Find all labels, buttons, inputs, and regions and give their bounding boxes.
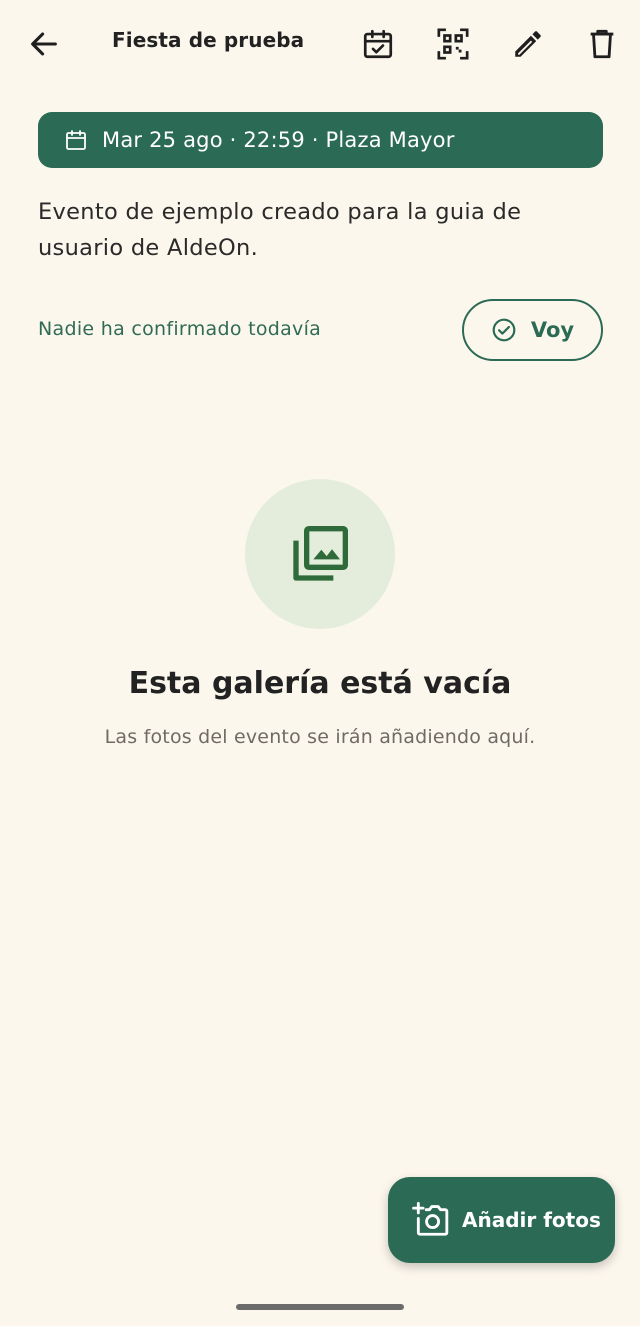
delete-button[interactable] <box>576 18 628 70</box>
add-photos-label: Añadir fotos <box>462 1208 601 1232</box>
rsvp-status-text: Nadie ha confirmado todavía <box>38 318 322 340</box>
qr-code-button[interactable] <box>427 18 479 70</box>
page-title: Fiesta de prueba <box>112 28 305 52</box>
edit-button[interactable] <box>502 18 554 70</box>
calendar-icon <box>66 130 86 150</box>
delete-trash-icon <box>590 29 614 59</box>
edit-pencil-icon <box>515 31 541 57</box>
back-button[interactable] <box>18 18 70 70</box>
event-description: Evento de ejemplo creado para la guia de… <box>38 199 522 261</box>
empty-gallery-subtitle: Las fotos del evento se irán añadiendo a… <box>104 726 536 748</box>
qr-code-icon <box>437 28 469 60</box>
empty-gallery-title: Esta galería está vacía <box>128 666 512 701</box>
rsvp-voy-button[interactable]: Voy <box>462 299 603 361</box>
add-to-calendar-button[interactable] <box>352 18 404 70</box>
event-info-chip: Mar 25 ago · 22:59 · Plaza Mayor <box>38 112 603 168</box>
add-photos-button[interactable]: Añadir fotos <box>388 1177 615 1263</box>
event-info-text: Mar 25 ago · 22:59 · Plaza Mayor <box>102 128 455 152</box>
home-indicator[interactable] <box>236 1304 404 1310</box>
back-arrow-icon <box>31 32 57 56</box>
calendar-check-icon <box>363 29 393 59</box>
empty-gallery-illustration <box>245 479 395 629</box>
rsvp-voy-label: Voy <box>530 318 575 342</box>
top-app-bar: Fiesta de prueba <box>0 0 640 88</box>
check-circle-icon <box>492 318 516 342</box>
add-photo-camera-icon <box>412 1201 449 1236</box>
photo-library-icon <box>293 526 348 581</box>
